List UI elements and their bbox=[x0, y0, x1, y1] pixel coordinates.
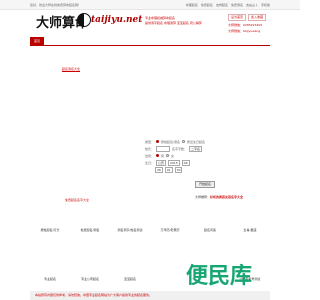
gender-option: 男 bbox=[161, 153, 165, 158]
feature-link[interactable]: 起名问答 bbox=[190, 228, 230, 232]
phone-text: 大师微信：0285293409 bbox=[228, 23, 263, 27]
top-link[interactable]: 免费测名 bbox=[231, 3, 243, 7]
set-homepage-button[interactable]: 设为首页 bbox=[228, 14, 247, 21]
recommend-text: 大师推荐：好听的男孩女孩名字大全 bbox=[195, 195, 243, 199]
radio-icon[interactable] bbox=[156, 140, 160, 143]
name-count-select[interactable]: 二字名 bbox=[189, 145, 203, 152]
hint-link[interactable]: 免费起名名字大全 bbox=[65, 198, 89, 202]
wechat-text: 大师微信：taijiyuwang bbox=[228, 29, 261, 33]
watermark-logo: 便民库 bbox=[186, 264, 253, 289]
name-count-label: 名字字数： bbox=[172, 146, 188, 151]
feature-link[interactable]: 按姓起名/打分 bbox=[30, 228, 70, 232]
feature-link[interactable]: 生肖/星座 bbox=[230, 228, 270, 232]
header-contact: 设为首页 加入收藏 大师微信：0285293409 大师微信：taijiyuwa… bbox=[228, 14, 280, 33]
day-select[interactable]: 26 bbox=[155, 166, 163, 173]
birth-label: 生日： bbox=[145, 160, 155, 165]
type-option: 按姓起名/测名 bbox=[161, 139, 181, 144]
feature-row: 按姓起名/打分 免费起名/测名 测名测字/姓名测试 万年历/老黄历 起名问答 生… bbox=[30, 228, 270, 232]
top-link[interactable]: 命理起名 bbox=[186, 3, 198, 7]
welcome-text: 您好，欢迎大师在线免费算命起名网！ bbox=[30, 3, 82, 7]
radio-icon[interactable] bbox=[166, 154, 170, 157]
site-domain: taijiyu.net bbox=[91, 15, 143, 25]
gender-option: 女 bbox=[171, 153, 175, 158]
section-link[interactable]: 起名测名大全 bbox=[62, 67, 80, 71]
gender-label: 性别： bbox=[145, 153, 155, 158]
nav-tab-home[interactable]: 首页 bbox=[30, 37, 44, 45]
type-label: 类型： bbox=[145, 139, 155, 144]
feature-link[interactable]: 万年历/老黄历 bbox=[150, 228, 190, 232]
service-link[interactable]: 专业起名 bbox=[30, 277, 70, 281]
surname-label: 姓氏： bbox=[145, 146, 155, 151]
month-select[interactable]: 06 bbox=[181, 159, 190, 166]
year-select[interactable]: 2015 bbox=[168, 159, 180, 166]
hour-select[interactable]: 01 bbox=[164, 166, 173, 173]
service-link[interactable]: 专业公司起名 bbox=[70, 277, 110, 281]
type-option: 按出生日起名 bbox=[187, 139, 206, 144]
radio-icon[interactable] bbox=[182, 140, 186, 143]
recommend-prefix: 大师推荐： bbox=[195, 195, 211, 199]
top-link[interactable]: 免费起名 bbox=[201, 3, 213, 7]
tagline: 提供测字起名 命理测算 宝宝起名 周公解梦 bbox=[145, 21, 202, 25]
calendar-select[interactable]: 公历 bbox=[156, 159, 167, 166]
header-taglines: 专业命理权威算命起名 提供测字起名 命理测算 宝宝起名 周公解梦 bbox=[145, 16, 205, 26]
feature-link[interactable]: 测名测字/姓名测试 bbox=[110, 228, 150, 232]
top-bar: 您好，欢迎大师在线免费算命起名网！ 命理起名 免费起名 吉祥起名 免费测名 吉凶… bbox=[0, 0, 300, 10]
yin-yang-icon bbox=[77, 13, 91, 27]
radio-icon[interactable] bbox=[156, 154, 160, 157]
feature-link[interactable]: 免费起名/测名 bbox=[70, 228, 110, 232]
surname-input[interactable] bbox=[156, 145, 171, 152]
top-link[interactable]: 手机版 bbox=[261, 3, 270, 7]
service-link[interactable] bbox=[150, 277, 190, 281]
footer-banner: 本站所有内容仅供参考，请勿轻信。中国专业起名网站为广大客户提供专业的起名服务。 bbox=[30, 291, 270, 300]
top-links: 命理起名 免费起名 吉祥起名 免费测名 吉凶占卜 手机版 bbox=[186, 3, 270, 7]
minute-select[interactable]: 30 bbox=[174, 166, 183, 173]
main-nav: 首页 bbox=[30, 37, 270, 46]
top-link[interactable]: 吉凶占卜 bbox=[246, 3, 258, 7]
naming-form: 类型： 按姓起名/测名 按出生日起名 姓氏： 名字字数： 二字名 性别： 男 女… bbox=[145, 138, 235, 173]
top-link[interactable]: 吉祥起名 bbox=[216, 3, 228, 7]
service-link[interactable]: 宝宝起名 bbox=[110, 277, 150, 281]
submit-button[interactable]: 开始起名 bbox=[195, 181, 216, 188]
add-favorite-button[interactable]: 加入收藏 bbox=[248, 14, 267, 21]
recommend-link[interactable]: 好听的男孩女孩名字大全 bbox=[210, 195, 243, 199]
